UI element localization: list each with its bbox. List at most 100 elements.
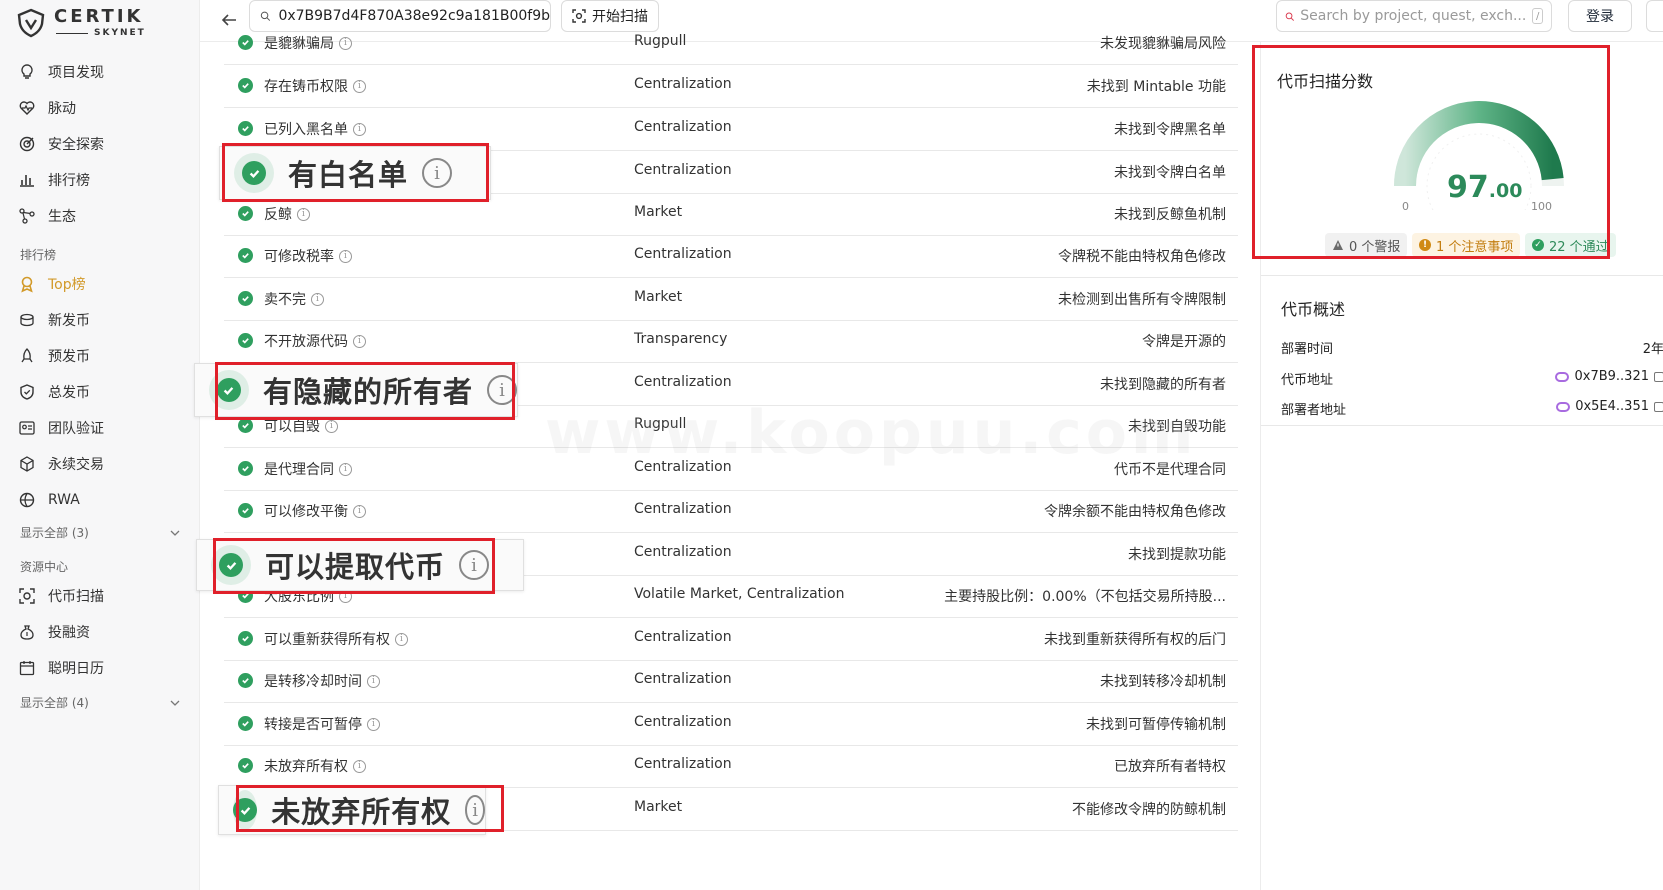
sidebar-item-coins[interactable]: 新发币 (18, 304, 186, 336)
check-name: 存在铸币权限 i (264, 76, 366, 96)
info-icon[interactable]: i (325, 419, 338, 433)
check-result: 未找到可暂停传输机制 (1086, 717, 1226, 733)
sidebar-item-label: RWA (48, 492, 80, 508)
notices-badge[interactable]: ! 1 个注意事项 (1412, 233, 1521, 257)
sidebar-item-shield[interactable]: 总发币 (18, 376, 186, 408)
callout-label: 可以提取代币 (265, 550, 446, 584)
info-icon[interactable]: i (353, 504, 366, 518)
table-row: 不开放源代码 i Transparency 令牌是开源的 (224, 318, 1238, 363)
heart-pulse-icon (18, 99, 36, 117)
check-category: Market (634, 799, 683, 815)
sidebar-section-heading: 资源中心 (20, 560, 69, 574)
sidebar-item-cube[interactable]: 永续交易 (18, 448, 186, 480)
check-category: Centralization (634, 756, 732, 772)
check-result: 已放弃所有者特权 (1114, 759, 1226, 775)
sidebar-item-label: 团队验证 (48, 421, 104, 437)
sidebar-item-label: 排行榜 (48, 173, 90, 189)
check-name: 反鲸 i (264, 204, 310, 224)
check-category: Centralization (634, 246, 732, 262)
bulb-icon (18, 63, 36, 81)
brand-name: CERTIK (54, 6, 144, 27)
menu-button[interactable] (1646, 0, 1663, 32)
check-circle-icon (238, 418, 253, 433)
info-icon[interactable]: i (353, 334, 366, 348)
check-name: 转接是否可暂停 i (264, 714, 380, 734)
table-row: 未放弃所有权 i Centralization 已放弃所有者特权 (224, 743, 1238, 788)
warning-triangle-icon (1333, 240, 1343, 250)
copy-icon[interactable] (1654, 371, 1663, 382)
sidebar-item-label: 脉动 (48, 101, 76, 117)
info-icon[interactable]: i (297, 207, 310, 221)
certik-logo[interactable]: CERTIK SKYNET (16, 6, 146, 40)
check-circle-icon (238, 78, 253, 93)
global-search-input[interactable]: Search by project, quest, exch... / (1276, 0, 1552, 32)
show-all-toggle[interactable]: 显示全部 (3) (20, 524, 180, 541)
copy-icon[interactable] (1654, 401, 1663, 412)
check-category: Centralization (634, 374, 732, 390)
sidebar-item-calendar[interactable]: 聪明日历 (18, 652, 186, 684)
info-icon[interactable]: i (339, 589, 352, 603)
sidebar-item-globe[interactable]: RWA (18, 484, 186, 516)
check-result: 未找到转移冷却机制 (1100, 674, 1226, 690)
check-name: 可以重新获得所有权 i (264, 629, 408, 649)
zoom-callout-whitelist: 有白名单 i (219, 146, 491, 200)
info-icon[interactable]: i (353, 759, 366, 773)
table-row: 可修改税率 i Centralization 令牌税不能由特权角色修改 (224, 233, 1238, 278)
info-icon[interactable]: i (395, 632, 408, 646)
callout-label: 未放弃所有权 (271, 795, 452, 829)
sidebar-item-money-bag[interactable]: 投融资 (18, 616, 186, 648)
info-icon[interactable]: i (367, 717, 380, 731)
check-name: 未放弃所有权 i (264, 756, 366, 776)
info-icon[interactable]: i (339, 249, 352, 263)
token-address-value[interactable]: 0x7B9..321 (1555, 369, 1663, 384)
info-icon[interactable]: i (367, 674, 380, 688)
link-icon (1555, 371, 1570, 382)
sidebar-item-label: 代币扫描 (48, 589, 104, 605)
deployer-address-value[interactable]: 0x5E4..351 (1556, 399, 1663, 414)
sidebar-item-network[interactable]: 生态 (18, 200, 186, 232)
info-icon[interactable]: i (311, 292, 324, 306)
check-category: Rugpull (634, 33, 687, 49)
check-name: 是转移冷却时间 i (264, 671, 380, 691)
check-name: 不开放源代码 i (264, 331, 366, 351)
deploy-time-label: 部署时间 (1281, 342, 1334, 357)
search-shortcut-key: / (1532, 8, 1543, 24)
info-icon[interactable]: i (339, 462, 352, 476)
info-icon[interactable]: i (353, 79, 366, 93)
sidebar-item-rocket[interactable]: 预发币 (18, 340, 186, 372)
check-category: Centralization (634, 629, 732, 645)
bar-chart-icon (18, 171, 36, 189)
sidebar-item-bulb[interactable]: 项目发现 (18, 56, 186, 88)
check-result: 主要持股比例：0.00%（不包括交易所持股... (944, 589, 1226, 605)
check-category: Centralization (634, 76, 732, 92)
sidebar-item-id-card[interactable]: 团队验证 (18, 412, 186, 444)
login-button[interactable]: 登录 (1568, 0, 1632, 32)
sidebar-item-label: Top榜 (48, 277, 86, 293)
check-circle-icon (238, 461, 253, 476)
info-icon[interactable]: i (353, 122, 366, 136)
table-row: 是代理合同 i Centralization 代币不是代理合同 (224, 446, 1238, 491)
sidebar-item-bar-chart[interactable]: 排行榜 (18, 164, 186, 196)
check-result: 未找到令牌黑名单 (1114, 122, 1226, 138)
table-row: 是转移冷却时间 i Centralization 未找到转移冷却机制 (224, 658, 1238, 703)
show-all-toggle[interactable]: 显示全部 (4) (20, 694, 180, 711)
check-name: 已列入黑名单 i (264, 119, 366, 139)
sidebar-item-trophy[interactable]: Top榜 (18, 268, 186, 300)
sidebar-item-heart-pulse[interactable]: 脉动 (18, 92, 186, 124)
check-result: 未找到令牌白名单 (1114, 165, 1226, 181)
deployer-address-row: 部署者地址 0x5E4..351 (1281, 399, 1663, 419)
info-icon[interactable]: i (339, 36, 352, 50)
passed-badge[interactable]: ✓ 22 个通过 (1525, 233, 1616, 257)
deploy-time-row: 部署时间 2年 (1281, 338, 1663, 358)
sidebar-item-label: 预发币 (48, 349, 90, 365)
alerts-badge[interactable]: 0 个警报 (1325, 233, 1408, 257)
sidebar-item-target[interactable]: 安全探索 (18, 128, 186, 160)
search-placeholder: Search by project, quest, exch... (1300, 8, 1527, 24)
check-circle-icon (238, 121, 253, 136)
check-result: 未找到重新获得所有权的后门 (1044, 632, 1226, 648)
sidebar-item-label: 项目发现 (48, 65, 104, 81)
sidebar-item-scan[interactable]: 代币扫描 (18, 580, 186, 612)
check-result: 令牌税不能由特权角色修改 (1058, 249, 1226, 265)
check-result: 未找到自毁功能 (1128, 419, 1226, 435)
token-scan-score-card: 代币扫描分数 97.00 0 100 0 个警报 ! 1 个注意事项 ✓ 22 … (1261, 42, 1663, 276)
